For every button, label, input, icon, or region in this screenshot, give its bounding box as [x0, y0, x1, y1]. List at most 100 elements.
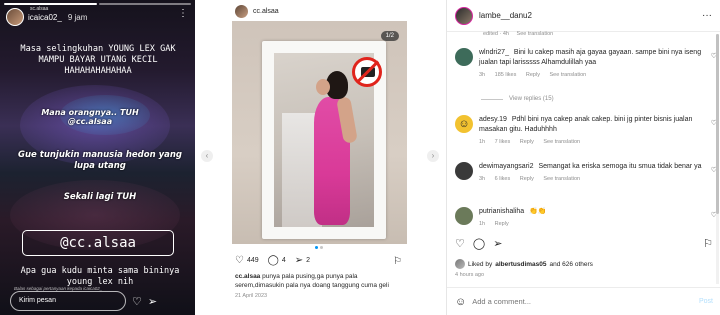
heart-icon[interactable]: ♡	[132, 295, 142, 308]
story-menu-icon[interactable]: ⋮	[178, 8, 189, 19]
liked-by-prefix: Liked by	[468, 260, 493, 268]
add-comment-bar: ☺ Post	[447, 287, 720, 315]
story-text-line-1: Masa selingkuhan YOUNG LEX GAK MAMPU BAY…	[20, 44, 176, 76]
story-viewer[interactable]: sc.alsaa icaica02_ 9 jam ⋮ Masa selingku…	[0, 0, 195, 315]
comment-time: 1h	[479, 221, 486, 227]
story-text-line-2: Mana orangnya.. TUH @cc.alsaa	[41, 108, 139, 126]
share-icon[interactable]: ➢	[493, 237, 502, 250]
post-header: cc.alsaa	[227, 0, 410, 22]
add-comment-input[interactable]	[472, 297, 693, 306]
heart-icon[interactable]: ♡	[455, 237, 465, 250]
liked-by-suffix[interactable]: and 626 others	[550, 261, 593, 268]
caption-meta: edited · 4h See translation	[483, 31, 559, 37]
comment-time: 3h	[479, 72, 486, 78]
story-reply-bar: Kirim pesan ♡ ➢	[10, 291, 157, 311]
heart-icon[interactable]: ♡	[235, 255, 244, 266]
no-entry-sign-icon	[352, 57, 382, 87]
comment-item: dewimayangsari2 Semangat ka eriska semog…	[455, 162, 717, 184]
comment-username[interactable]: adesy.19	[479, 116, 507, 123]
view-replies[interactable]: View replies (15)	[481, 96, 554, 102]
story-progress-bar	[4, 3, 97, 5]
story-reply-input[interactable]: Kirim pesan	[10, 291, 126, 311]
post-date: 21 April 2023	[235, 293, 268, 299]
view-replies-line	[481, 98, 503, 100]
liker-avatar[interactable]	[455, 259, 465, 269]
next-arrow-icon[interactable]: ›	[427, 150, 439, 162]
story-text-line-5: Apa gua kudu minta sama bininya young le…	[20, 266, 180, 287]
comment-text: Bini lu cakep masih aja gayaa gayaan. sa…	[479, 49, 702, 66]
more-options-icon[interactable]: ···	[702, 10, 712, 21]
comment-avatar[interactable]: ☺	[455, 115, 473, 133]
comment-meta: 1h Reply	[479, 219, 705, 229]
likes-count: 449	[246, 257, 259, 264]
see-translation-link[interactable]: See translation	[543, 176, 580, 182]
liked-by: Liked by albertusdimas05 and 626 others	[455, 259, 593, 269]
story-text-line-4: Sekali lagi TUH	[63, 192, 137, 202]
comment-avatar[interactable]	[455, 48, 473, 66]
comments-actions: ♡ ◯ ➢ ⚐	[455, 237, 713, 250]
post-comment-button[interactable]: Post	[699, 298, 713, 305]
view-replies-label[interactable]: View replies (15)	[509, 96, 554, 102]
story-progress-bars	[4, 3, 191, 5]
see-translation-link[interactable]: See translation	[517, 31, 554, 37]
story-avatar[interactable]	[6, 8, 24, 26]
scrollbar-thumb[interactable]	[716, 34, 719, 214]
comments-panel: lambe__danu2 ··· edited · 4h See transla…	[446, 0, 720, 315]
comment-username[interactable]: putrianishaliha	[479, 208, 524, 215]
previous-arrow-icon[interactable]: ‹	[201, 150, 213, 162]
reply-link[interactable]: Reply	[495, 221, 509, 227]
send-icon[interactable]: ➢	[148, 295, 157, 308]
comment-username[interactable]: wlndri27_	[479, 49, 509, 56]
liked-by-user[interactable]: albertusdimas05	[495, 261, 546, 268]
comment-icon[interactable]: ◯	[473, 237, 485, 250]
story-progress-bar	[98, 3, 191, 5]
comments-count: 4	[281, 257, 286, 264]
see-translation-link[interactable]: See translation	[550, 72, 587, 78]
carousel-dots	[227, 246, 410, 249]
carousel-dot	[319, 246, 323, 249]
comment-likes[interactable]: 7 likes	[495, 139, 511, 145]
comment-meta: 3h 6 likes Reply See translation	[479, 174, 705, 184]
slide-indicator: 1/2	[380, 31, 399, 41]
reply-link[interactable]: Reply	[526, 72, 540, 78]
comment-item: ☺ adesy.19 Pdhl bini nya cakep anak cake…	[455, 115, 717, 147]
reply-link[interactable]: Reply	[520, 176, 534, 182]
comment-meta: 3h 185 likes Reply See translation	[479, 70, 705, 80]
comment-avatar[interactable]	[455, 162, 473, 180]
see-translation-link[interactable]: See translation	[543, 139, 580, 145]
comment-avatar[interactable]	[455, 207, 473, 225]
caption-username[interactable]: cc.alsaa	[235, 273, 260, 280]
comment-likes[interactable]: 6 likes	[495, 176, 511, 182]
caption-edited-time: edited · 4h	[483, 31, 509, 37]
post-username[interactable]: cc.alsaa	[253, 8, 279, 15]
comment-time: 3h	[479, 176, 486, 182]
comment-text: Semangat ka eriska semoga itu smua tidak…	[538, 163, 702, 170]
post-avatar[interactable]	[235, 4, 248, 18]
story-time: 9 jam	[67, 12, 88, 22]
carousel-dot-active	[314, 246, 318, 249]
reply-link[interactable]: Reply	[520, 139, 534, 145]
comment-icon[interactable]: ◯	[268, 255, 279, 266]
figure-face	[316, 79, 330, 95]
post-image[interactable]: 1/2	[232, 21, 407, 244]
comment-text: Pdhl bini nya cakep anak cakep. bini jg …	[479, 116, 693, 133]
comment-item: wlndri27_ Bini lu cakep masih aja gayaa …	[455, 48, 717, 80]
bookmark-icon[interactable]: ⚐	[703, 237, 713, 250]
comment-item: putrianishaliha 👏👏 1h Reply ♡	[455, 207, 717, 229]
comment-time: 1h	[479, 139, 486, 145]
story-mention-tag[interactable]: @cc.alsaa	[22, 230, 174, 256]
comment-likes[interactable]: 185 likes	[495, 72, 517, 78]
comment-meta: 1h 7 likes Reply See translation	[479, 137, 705, 147]
share-icon[interactable]: ➢	[295, 255, 303, 266]
story-username[interactable]: icaica02_	[28, 13, 62, 22]
header-avatar[interactable]	[455, 6, 473, 25]
comments-header: lambe__danu2 ···	[447, 0, 720, 32]
emoji-icon[interactable]: ☺	[455, 296, 466, 308]
comments-scrollbar[interactable]	[716, 34, 719, 284]
comment-username[interactable]: dewimayangsari2	[479, 163, 533, 170]
comment-text: 👏👏	[529, 208, 547, 215]
bookmark-icon[interactable]: ⚐	[393, 256, 402, 267]
header-username[interactable]: lambe__danu2	[479, 11, 532, 20]
post-caption: cc.alsaa punya pala pusing,ga punya pala…	[235, 272, 405, 290]
story-text-line-3: Gue tunjukin manusia hedon yang lupa uta…	[18, 150, 182, 171]
